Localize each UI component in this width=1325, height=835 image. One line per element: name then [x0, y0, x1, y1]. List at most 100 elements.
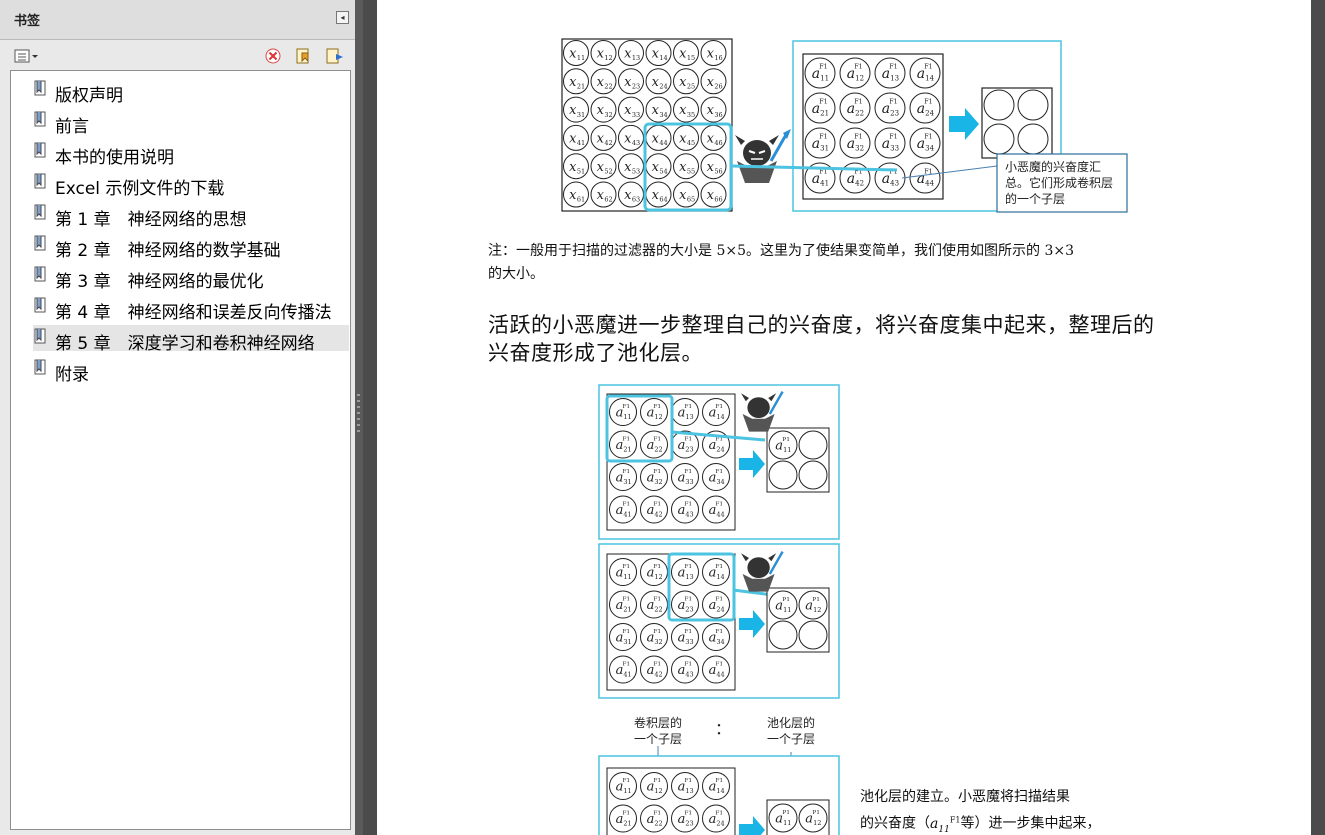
neuron-superscript: F1	[684, 501, 692, 507]
neuron-superscript: F1	[653, 436, 661, 442]
bookmark-item-selected[interactable]: 第 5 章 深度学习和卷积神经网络	[33, 325, 349, 354]
caption-math: a11F1	[930, 815, 961, 835]
figure-caption-line: 池化层的建立。小恶魔将扫描结果	[860, 789, 1070, 805]
neuron-superscript: F1	[715, 778, 723, 784]
neuron-label: x	[624, 188, 632, 203]
bookmark-label[interactable]: 前言	[55, 112, 89, 137]
neuron-superscript: F1	[854, 64, 862, 71]
delete-bookmark-icon[interactable]	[264, 47, 282, 65]
neuron-subscript: 14	[716, 573, 724, 581]
neuron-subscript: 36	[714, 111, 722, 119]
neuron-superscript: F1	[924, 99, 932, 106]
bookmark-item[interactable]: 本书的使用说明	[33, 139, 349, 168]
neuron-subscript: 22	[654, 606, 662, 614]
pool-neuron	[1017, 123, 1049, 155]
neuron-subscript: 34	[659, 111, 667, 119]
bookmark-item[interactable]: 第 1 章 神经网络的思想	[33, 201, 349, 230]
neuron-subscript: 46	[714, 139, 722, 147]
bookmark-label[interactable]: Excel 示例文件的下载	[55, 174, 224, 199]
conv-sublayer-label: 卷积层的	[634, 715, 682, 730]
neuron-label: x	[597, 160, 605, 175]
neuron-subscript: 31	[623, 638, 631, 646]
bookmark-icon	[34, 111, 46, 127]
neuron-subscript: 14	[716, 413, 724, 421]
neuron-subscript: 61	[577, 196, 585, 204]
bookmark-label[interactable]: 第 1 章 神经网络的思想	[55, 205, 247, 230]
splitter-grip-icon[interactable]	[356, 392, 361, 438]
neuron-superscript: F1	[684, 436, 692, 442]
pool-neuron	[798, 460, 828, 490]
neuron-subscript: 66	[714, 196, 722, 204]
neuron-superscript: F1	[715, 404, 723, 410]
bookmark-item[interactable]: 附录	[33, 356, 349, 385]
neuron-subscript: 44	[716, 511, 724, 519]
document-page[interactable]: x 11 x 12 x 13 x 14 x 15 x 16 x 21 x 22 x 23 x 24 x 25 x 26 x 31 x…	[377, 0, 1311, 835]
neuron-subscript: 62	[604, 196, 612, 204]
bookmark-label[interactable]: 第 5 章 深度学习和卷积神经网络	[55, 329, 315, 354]
neuron-subscript: 24	[925, 110, 934, 118]
neuron-superscript: F1	[684, 564, 692, 570]
neuron-superscript: F1	[684, 629, 692, 635]
expand-bookmark-icon[interactable]	[325, 47, 345, 65]
neuron-label: x	[569, 103, 577, 118]
neuron-subscript: 31	[623, 478, 631, 486]
bookmark-item[interactable]: 第 2 章 神经网络的数学基础	[33, 232, 349, 261]
neuron-subscript: 15	[687, 54, 695, 62]
vertical-scrollbar[interactable]	[1311, 0, 1325, 835]
bookmark-label[interactable]: 第 3 章 神经网络的最优化	[55, 267, 264, 292]
neuron-subscript: 22	[855, 110, 864, 118]
neuron-superscript: F1	[653, 810, 661, 816]
neuron-subscript: 12	[813, 819, 821, 827]
neuron-subscript: 64	[659, 196, 667, 204]
neuron-label: x	[597, 131, 605, 146]
bookmark-label[interactable]: 第 2 章 神经网络的数学基础	[55, 236, 281, 261]
panel-splitter[interactable]	[355, 0, 363, 835]
neuron-subscript: 53	[632, 167, 640, 175]
bookmark-item[interactable]: Excel 示例文件的下载	[33, 170, 349, 199]
neuron-subscript: 43	[685, 511, 693, 519]
neuron-subscript: 11	[783, 446, 791, 454]
neuron-label: x	[569, 188, 577, 203]
bookmark-item[interactable]: 第 3 章 神经网络的最优化	[33, 263, 349, 292]
neuron-superscript: F1	[653, 469, 661, 475]
neuron-superscript: F1	[889, 99, 897, 106]
neuron-label: x	[597, 103, 605, 118]
bookmark-label[interactable]: 附录	[55, 360, 89, 385]
neuron-subscript: 13	[890, 75, 899, 83]
neuron-subscript: 13	[632, 54, 640, 62]
bookmark-tree[interactable]: 版权声明 前言 本书的使用说明 Excel 示例文件的下载 第 1 章 神经网络…	[10, 70, 351, 830]
bookmark-icon	[34, 359, 46, 375]
neuron-subscript: 45	[687, 139, 695, 147]
bookmark-icon	[34, 173, 46, 189]
neuron-label: x	[707, 131, 715, 146]
neuron-superscript: F1	[715, 501, 723, 507]
pool-neuron	[798, 430, 828, 460]
bookmark-label[interactable]: 第 4 章 神经网络和误差反向传播法	[55, 298, 332, 323]
neuron-subscript: 16	[714, 54, 722, 62]
neuron-subscript: 11	[577, 54, 585, 62]
neuron-subscript: 12	[654, 573, 662, 581]
neuron-subscript: 41	[577, 139, 585, 147]
neuron-subscript: 24	[659, 82, 667, 90]
neuron-superscript: F1	[715, 629, 723, 635]
collapse-panel-button[interactable]: ◂	[336, 11, 349, 24]
neuron-superscript: F1	[684, 596, 692, 602]
neuron-subscript: 56	[714, 167, 722, 175]
new-bookmark-icon[interactable]	[294, 47, 312, 65]
neuron-label: x	[569, 160, 577, 175]
pool-neuron	[768, 620, 798, 650]
bookmark-label[interactable]: 版权声明	[55, 81, 123, 106]
bookmark-label[interactable]: 本书的使用说明	[55, 143, 174, 168]
neuron-subscript: 31	[820, 145, 829, 153]
neuron-label: x	[597, 75, 605, 90]
neuron-superscript: F1	[622, 469, 630, 475]
bookmark-item[interactable]: 前言	[33, 108, 349, 137]
bookmark-options-icon[interactable]	[14, 47, 40, 65]
neuron-label: x	[597, 188, 605, 203]
pool-neuron	[798, 620, 828, 650]
neuron-superscript: F1	[715, 596, 723, 602]
bookmark-item[interactable]: 版权声明	[33, 77, 349, 106]
neuron-label: x	[652, 103, 660, 118]
colon-label: ：	[715, 719, 731, 738]
bookmark-item[interactable]: 第 4 章 神经网络和误差反向传播法	[33, 294, 349, 323]
